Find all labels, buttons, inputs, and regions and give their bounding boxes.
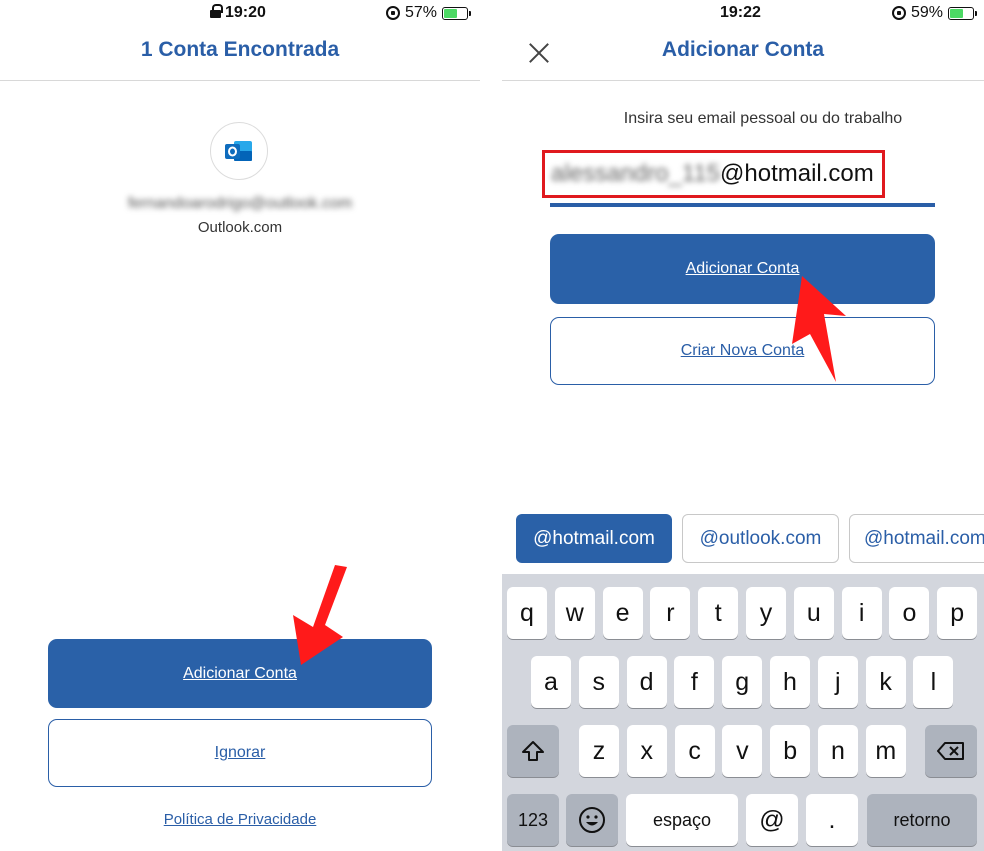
key-u[interactable]: u: [793, 587, 834, 639]
key-v[interactable]: v: [722, 725, 763, 777]
key-j[interactable]: j: [817, 656, 858, 708]
orientation-lock-icon: [891, 6, 906, 20]
key-c[interactable]: c: [674, 725, 715, 777]
backspace-key[interactable]: [925, 725, 977, 777]
backspace-icon: [937, 742, 964, 760]
battery-icon: [442, 6, 471, 20]
key-g[interactable]: g: [722, 656, 763, 708]
key-k[interactable]: k: [865, 656, 906, 708]
account-provider: Outlook.com: [197, 219, 283, 236]
email-prompt: Insira seu email pessoal ou do trabalho: [623, 110, 903, 127]
panel-gap: [480, 0, 502, 851]
email-suggestion-hotmail-2[interactable]: @hotmail.com: [849, 514, 984, 563]
email-field[interactable]: alessandro_115 @hotmail.com: [542, 150, 885, 198]
right-screen: 19:22 59% Adicionar Conta Insira seu ema…: [502, 0, 984, 851]
key-y[interactable]: y: [746, 587, 786, 639]
lock-icon: [210, 4, 223, 18]
status-right: 59%: [891, 4, 977, 22]
key-h[interactable]: h: [770, 656, 810, 708]
header-divider: [502, 80, 984, 81]
create-account-button[interactable]: Criar Nova Conta: [550, 317, 935, 385]
space-key[interactable]: espaço: [626, 794, 738, 846]
email-user-part: alessandro_115: [551, 160, 721, 187]
email-suggestion-hotmail[interactable]: @hotmail.com: [516, 514, 672, 563]
email-domain-part: @hotmail.com: [720, 160, 874, 187]
return-key[interactable]: retorno: [867, 794, 977, 846]
numbers-key[interactable]: 123: [507, 794, 559, 846]
status-bar: 19:20 57%: [0, 0, 480, 28]
outlook-icon: [225, 141, 252, 161]
battery-percent: 59%: [910, 4, 943, 21]
status-bar: 19:22 59%: [502, 0, 984, 28]
battery-icon: [948, 6, 977, 20]
key-e[interactable]: e: [602, 587, 643, 639]
outlook-logo: [210, 122, 268, 180]
key-x[interactable]: x: [626, 725, 667, 777]
key-p[interactable]: p: [937, 587, 978, 639]
dot-key[interactable]: .: [806, 794, 858, 846]
emoji-key[interactable]: [566, 794, 618, 846]
account-email: fernandoarodrigo@outlook.com: [127, 195, 353, 212]
emoji-icon: [579, 807, 605, 833]
page-title: 1 Conta Encontrada: [140, 38, 340, 61]
status-time: 19:22: [720, 4, 761, 21]
header-divider: [0, 80, 480, 81]
key-q[interactable]: q: [507, 587, 547, 639]
orientation-lock-icon: [385, 6, 400, 20]
key-f[interactable]: f: [674, 656, 715, 708]
add-account-button[interactable]: Adicionar Conta: [550, 234, 935, 304]
key-l[interactable]: l: [913, 656, 954, 708]
key-s[interactable]: s: [578, 656, 619, 708]
shift-key[interactable]: [507, 725, 559, 777]
battery-percent: 57%: [404, 4, 437, 21]
status-right: 57%: [385, 4, 471, 22]
email-suggestion-outlook[interactable]: @outlook.com: [682, 514, 839, 563]
key-n[interactable]: n: [818, 725, 858, 777]
key-b[interactable]: b: [770, 725, 811, 777]
ignore-button[interactable]: Ignorar: [48, 719, 432, 787]
keyboard: qwertyuiop asdfghjkl zxcvbnm 123 espaço …: [502, 574, 984, 851]
privacy-policy-link[interactable]: Política de Privacidade: [0, 811, 480, 828]
key-d[interactable]: d: [626, 656, 667, 708]
page-title: Adicionar Conta: [661, 38, 825, 61]
key-r[interactable]: r: [650, 587, 691, 639]
status-time: 19:20: [210, 4, 266, 22]
key-a[interactable]: a: [531, 656, 571, 708]
key-o[interactable]: o: [889, 587, 930, 639]
key-w[interactable]: w: [554, 587, 595, 639]
shift-icon: [522, 741, 544, 761]
left-screen: 19:20 57% 1 Conta Encontrada fernandoaro…: [0, 0, 480, 851]
key-t[interactable]: t: [698, 587, 739, 639]
add-account-button[interactable]: Adicionar Conta: [48, 639, 432, 708]
key-z[interactable]: z: [579, 725, 619, 777]
email-field-underline: [550, 203, 935, 207]
key-i[interactable]: i: [841, 587, 882, 639]
key-m[interactable]: m: [865, 725, 906, 777]
at-key[interactable]: @: [746, 794, 798, 846]
